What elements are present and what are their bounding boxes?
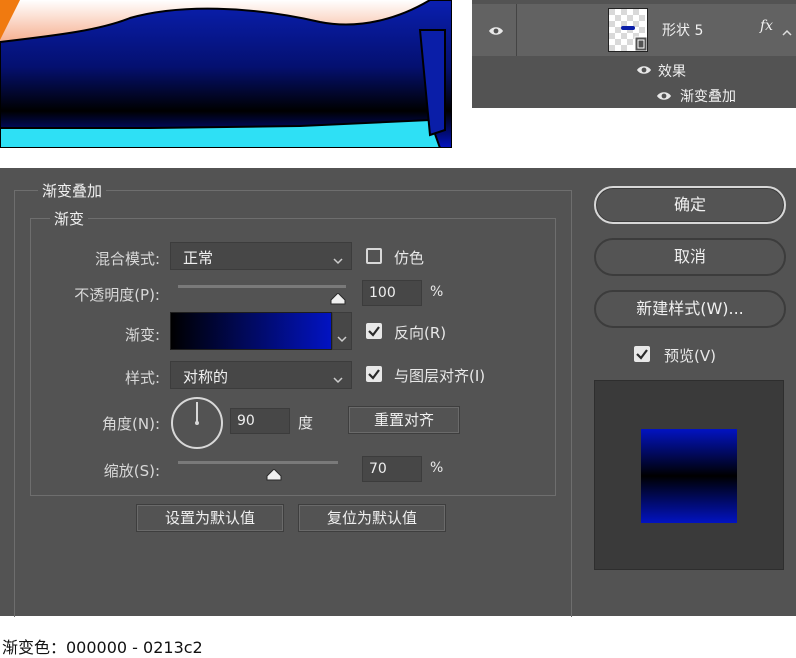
align-with-layer-label: 与图层对齐(I) [394,367,486,385]
layer-style-dialog: 渐变叠加 渐变 混合模式: 正常 仿色 不透明度(P): 100 % 渐变: 反… [0,168,796,617]
effect-item-gradient-overlay[interactable]: 渐变叠加 [472,84,796,108]
style-label: 样式: [124,369,160,387]
make-default-button[interactable]: 设置为默认值 [136,504,284,532]
style-preview-swatch [641,429,737,523]
gradient-label: 渐变: [124,326,160,344]
scale-label: 缩放(S): [103,462,160,480]
style-preview-box [594,380,784,570]
effects-row[interactable]: 效果 [472,58,796,82]
dither-label: 仿色 [394,249,425,267]
fx-icon[interactable]: fx [760,18,773,34]
collapse-chevron-icon[interactable] [782,22,792,41]
style-select[interactable]: 对称的 [170,361,352,389]
scale-unit: % [430,460,444,476]
reset-alignment-button[interactable]: 重置对齐 [348,406,460,434]
layer-name: 形状 5 [662,23,704,39]
angle-input[interactable]: 90 [230,408,290,434]
ok-button[interactable]: 确定 [594,186,786,224]
opacity-slider-thumb[interactable] [330,290,346,305]
dither-checkbox[interactable] [366,248,382,264]
angle-label: 角度(N): [102,415,160,433]
effects-visibility-eye-icon[interactable] [636,65,652,75]
cancel-button[interactable]: 取消 [594,238,786,276]
chevron-down-icon [333,251,343,269]
subsection-title: 渐变 [50,208,89,229]
scale-input[interactable]: 70 [362,456,422,482]
reverse-checkbox[interactable] [366,323,382,339]
new-style-button[interactable]: 新建样式(W)... [594,290,786,328]
section-title: 渐变叠加 [38,180,107,201]
preview-label: 预览(V) [664,347,716,365]
canvas-preview [0,0,452,148]
chevron-down-icon [333,370,343,388]
opacity-input[interactable]: 100 [362,280,422,306]
gradient-colors-caption: 渐变色：000000 - 0213c2 [2,638,203,657]
blend-mode-label: 混合模式: [94,250,160,268]
scale-slider-thumb[interactable] [266,466,282,481]
align-with-layer-checkbox[interactable] [366,366,382,382]
preview-checkbox[interactable] [634,346,650,362]
angle-unit: 度 [298,414,314,432]
visibility-eye-icon[interactable] [488,26,504,36]
gradient-picker-swatch[interactable] [170,312,332,350]
reverse-label: 反向(R) [394,324,447,342]
effects-label: 效果 [658,64,686,80]
angle-dial[interactable] [170,396,224,450]
opacity-label: 不透明度(P): [74,286,160,304]
chevron-down-icon [337,328,347,347]
blend-mode-select[interactable]: 正常 [170,242,352,270]
gradient-overlay-eye-icon[interactable] [656,91,672,101]
scale-slider-track[interactable] [178,461,338,464]
gradient-dropdown-button[interactable] [332,312,352,350]
layers-panel: 形状 5 fx 效果 渐变叠加 [472,0,796,108]
opacity-unit: % [430,284,444,300]
layer-row-shape5[interactable]: 形状 5 fx [472,4,796,56]
effect-item-label: 渐变叠加 [680,89,736,105]
reset-to-default-button[interactable]: 复位为默认值 [298,504,446,532]
opacity-slider-track[interactable] [178,285,346,288]
layer-thumbnail[interactable] [608,8,648,52]
